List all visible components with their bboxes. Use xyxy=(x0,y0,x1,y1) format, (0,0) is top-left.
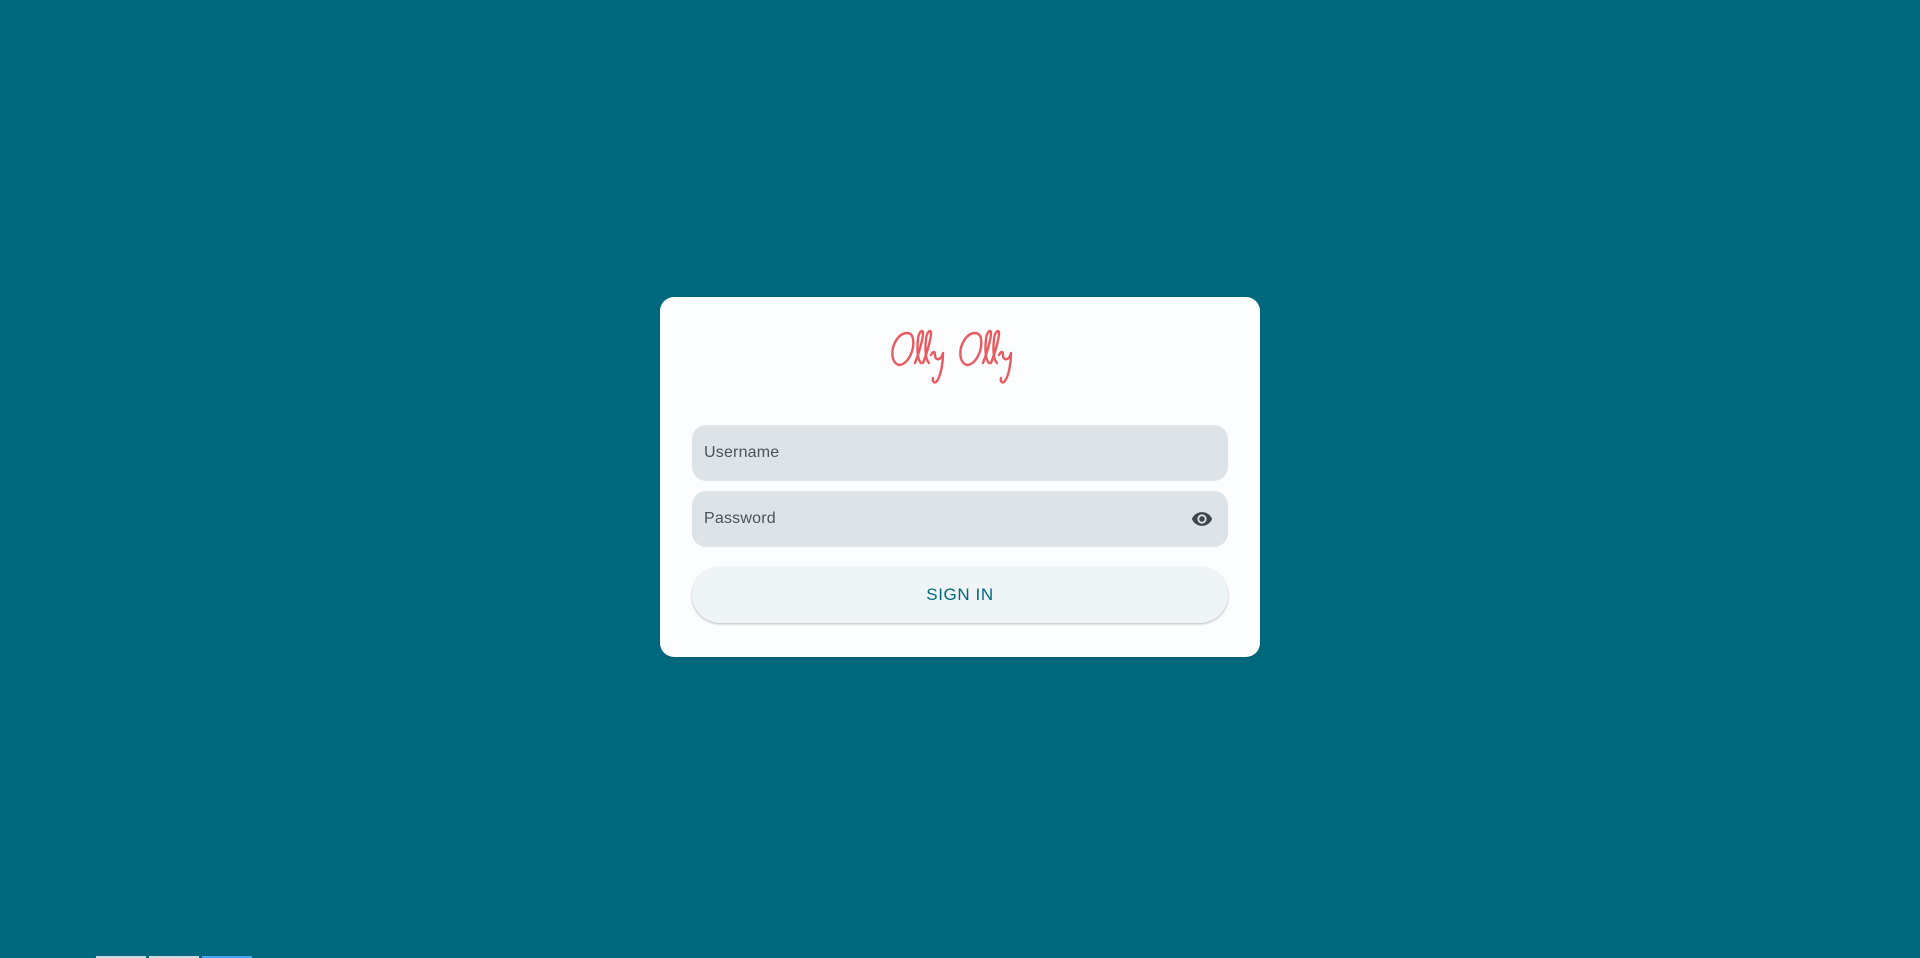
password-placeholder: Password xyxy=(704,510,776,527)
login-screen: Username Password SIGN IN xyxy=(0,0,1920,958)
username-field[interactable]: Username xyxy=(692,425,1228,481)
eye-icon[interactable] xyxy=(1190,507,1214,531)
username-placeholder: Username xyxy=(704,444,780,461)
app-logo xyxy=(660,319,1260,389)
logo-wordmark xyxy=(891,329,1013,384)
sign-in-button[interactable]: SIGN IN xyxy=(692,567,1228,623)
login-card: Username Password SIGN IN xyxy=(660,297,1260,657)
password-field[interactable]: Password xyxy=(692,491,1228,547)
